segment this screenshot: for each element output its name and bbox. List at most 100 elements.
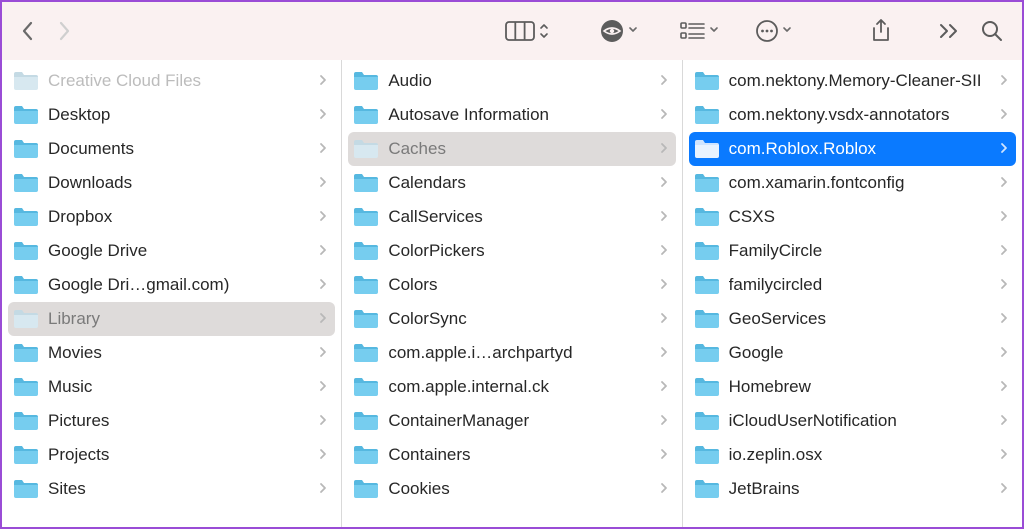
folder-label: ColorPickers: [388, 241, 655, 261]
finder-toolbar: [2, 2, 1022, 60]
folder-label: Containers: [388, 445, 655, 465]
updown-icon: [539, 22, 549, 40]
folder-icon: [693, 374, 719, 400]
folder-label: com.nektony.Memory-Cleaner-SII: [729, 71, 996, 91]
folder-row[interactable]: Projects: [8, 438, 335, 472]
disclosure-chevron-icon: [660, 73, 668, 89]
share-icon: [870, 18, 892, 44]
disclosure-chevron-icon: [319, 447, 327, 463]
folder-row[interactable]: Calendars: [348, 166, 675, 200]
disclosure-chevron-icon: [660, 311, 668, 327]
folder-label: Caches: [388, 139, 655, 159]
disclosure-chevron-icon: [1000, 107, 1008, 123]
folder-icon: [693, 306, 719, 332]
forward-button[interactable]: [50, 12, 78, 50]
folder-row[interactable]: Caches: [348, 132, 675, 166]
folder-row[interactable]: Desktop: [8, 98, 335, 132]
folder-label: com.Roblox.Roblox: [729, 139, 996, 159]
disclosure-chevron-icon: [660, 379, 668, 395]
folder-icon: [352, 408, 378, 434]
disclosure-chevron-icon: [660, 345, 668, 361]
folder-icon: [12, 102, 38, 128]
column-0[interactable]: Creative Cloud Files Desktop Documents D…: [2, 60, 342, 527]
folder-row[interactable]: Dropbox: [8, 200, 335, 234]
folder-icon: [352, 170, 378, 196]
disclosure-chevron-icon: [1000, 209, 1008, 225]
folder-row[interactable]: Google Dri…gmail.com): [8, 268, 335, 302]
folder-row[interactable]: com.nektony.vsdx-annotators: [689, 98, 1016, 132]
disclosure-chevron-icon: [1000, 481, 1008, 497]
folder-icon: [352, 272, 378, 298]
folder-icon: [352, 340, 378, 366]
double-chevron-right-icon: [938, 22, 960, 40]
folder-icon: [693, 340, 719, 366]
folder-row[interactable]: com.xamarin.fontconfig: [689, 166, 1016, 200]
folder-row[interactable]: com.apple.i…archpartyd: [348, 336, 675, 370]
search-button[interactable]: [974, 12, 1010, 50]
folder-row[interactable]: Downloads: [8, 166, 335, 200]
folder-row[interactable]: Colors: [348, 268, 675, 302]
folder-row[interactable]: familycircled: [689, 268, 1016, 302]
folder-label: Music: [48, 377, 315, 397]
folder-row[interactable]: com.apple.internal.ck: [348, 370, 675, 404]
back-button[interactable]: [14, 12, 42, 50]
folder-label: Desktop: [48, 105, 315, 125]
disclosure-chevron-icon: [319, 209, 327, 225]
folder-row[interactable]: ColorSync: [348, 302, 675, 336]
folder-row[interactable]: ContainerManager: [348, 404, 675, 438]
folder-row[interactable]: Google Drive: [8, 234, 335, 268]
share-button[interactable]: [864, 12, 898, 50]
folder-row[interactable]: Cookies: [348, 472, 675, 506]
folder-row[interactable]: ColorPickers: [348, 234, 675, 268]
disclosure-chevron-icon: [319, 141, 327, 157]
folder-row[interactable]: Google: [689, 336, 1016, 370]
folder-row[interactable]: com.nektony.Memory-Cleaner-SII: [689, 64, 1016, 98]
disclosure-chevron-icon: [319, 311, 327, 327]
disclosure-chevron-icon: [1000, 379, 1008, 395]
folder-row[interactable]: Sites: [8, 472, 335, 506]
folder-row[interactable]: Library: [8, 302, 335, 336]
folder-row[interactable]: Containers: [348, 438, 675, 472]
overflow-button[interactable]: [932, 12, 966, 50]
group-by-button[interactable]: [674, 12, 725, 50]
folder-row[interactable]: CSXS: [689, 200, 1016, 234]
disclosure-chevron-icon: [660, 447, 668, 463]
folder-row[interactable]: iCloudUserNotification: [689, 404, 1016, 438]
folder-row[interactable]: FamilyCircle: [689, 234, 1016, 268]
folder-icon: [12, 170, 38, 196]
folder-row[interactable]: Homebrew: [689, 370, 1016, 404]
folder-label: com.apple.internal.ck: [388, 377, 655, 397]
folder-row[interactable]: Music: [8, 370, 335, 404]
finder-columns: Creative Cloud Files Desktop Documents D…: [2, 60, 1022, 527]
column-2[interactable]: com.nektony.Memory-Cleaner-SII com.nekto…: [683, 60, 1022, 527]
folder-icon: [352, 374, 378, 400]
folder-row[interactable]: Pictures: [8, 404, 335, 438]
folder-label: iCloudUserNotification: [729, 411, 996, 431]
chevron-down-icon: [782, 25, 792, 37]
folder-row[interactable]: Audio: [348, 64, 675, 98]
folder-row[interactable]: JetBrains: [689, 472, 1016, 506]
folder-label: Colors: [388, 275, 655, 295]
folder-row[interactable]: CallServices: [348, 200, 675, 234]
disclosure-chevron-icon: [1000, 175, 1008, 191]
preview-options-button[interactable]: [593, 12, 644, 50]
folder-row[interactable]: Movies: [8, 336, 335, 370]
folder-label: ColorSync: [388, 309, 655, 329]
folder-label: CSXS: [729, 207, 996, 227]
disclosure-chevron-icon: [319, 481, 327, 497]
disclosure-chevron-icon: [319, 413, 327, 429]
disclosure-chevron-icon: [319, 243, 327, 259]
view-columns-button[interactable]: [499, 12, 555, 50]
column-1[interactable]: Audio Autosave Information Caches Calend…: [342, 60, 682, 527]
folder-row[interactable]: Autosave Information: [348, 98, 675, 132]
disclosure-chevron-icon: [1000, 447, 1008, 463]
folder-icon: [12, 136, 38, 162]
folder-row[interactable]: GeoServices: [689, 302, 1016, 336]
folder-row[interactable]: io.zeplin.osx: [689, 438, 1016, 472]
folder-row[interactable]: com.Roblox.Roblox: [689, 132, 1016, 166]
disclosure-chevron-icon: [660, 243, 668, 259]
folder-row[interactable]: Creative Cloud Files: [8, 64, 335, 98]
folder-row[interactable]: Documents: [8, 132, 335, 166]
action-menu-button[interactable]: [749, 12, 798, 50]
folder-label: Audio: [388, 71, 655, 91]
